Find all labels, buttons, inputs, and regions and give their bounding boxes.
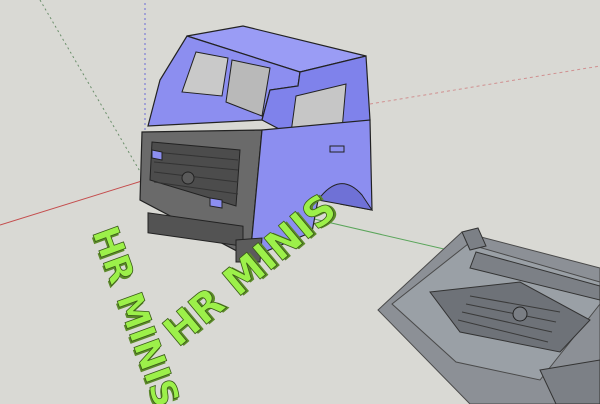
- red-axis-dashed: [369, 65, 600, 105]
- green-axis-dashed: [39, 0, 146, 181]
- panel-logo: [512, 306, 528, 322]
- flat-grille-panel[interactable]: [377, 227, 600, 404]
- headlight-right: [209, 197, 223, 209]
- headlight-left: [151, 149, 163, 161]
- red-axis-line: [0, 179, 146, 226]
- sketchup-viewport[interactable]: HR MINIS HR MINIS HR MINIS HR MINIS: [0, 0, 600, 404]
- model-canvas[interactable]: HR MINIS HR MINIS HR MINIS HR MINIS: [0, 0, 600, 404]
- door-handle: [329, 145, 345, 153]
- logo-badge: [181, 171, 195, 185]
